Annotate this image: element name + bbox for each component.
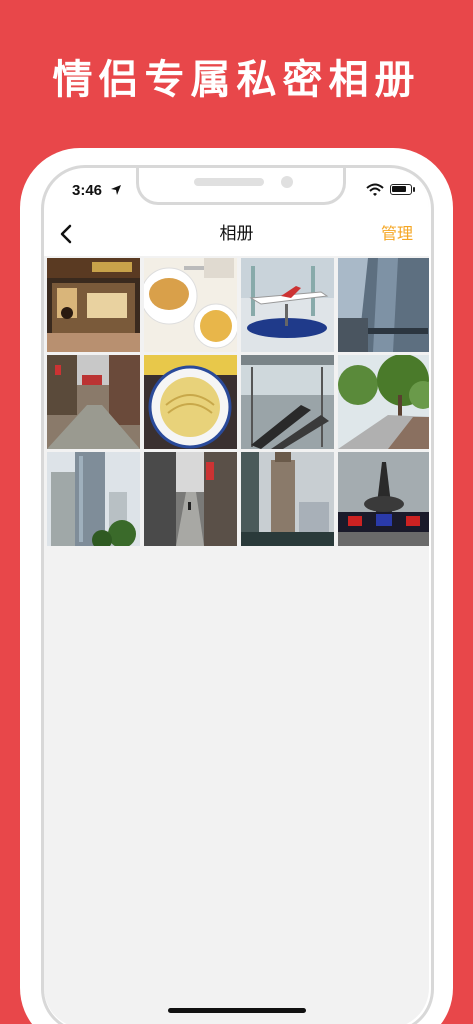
- screen-bezel: [41, 165, 434, 1024]
- promo-title: 情侣专属私密相册: [52, 57, 421, 103]
